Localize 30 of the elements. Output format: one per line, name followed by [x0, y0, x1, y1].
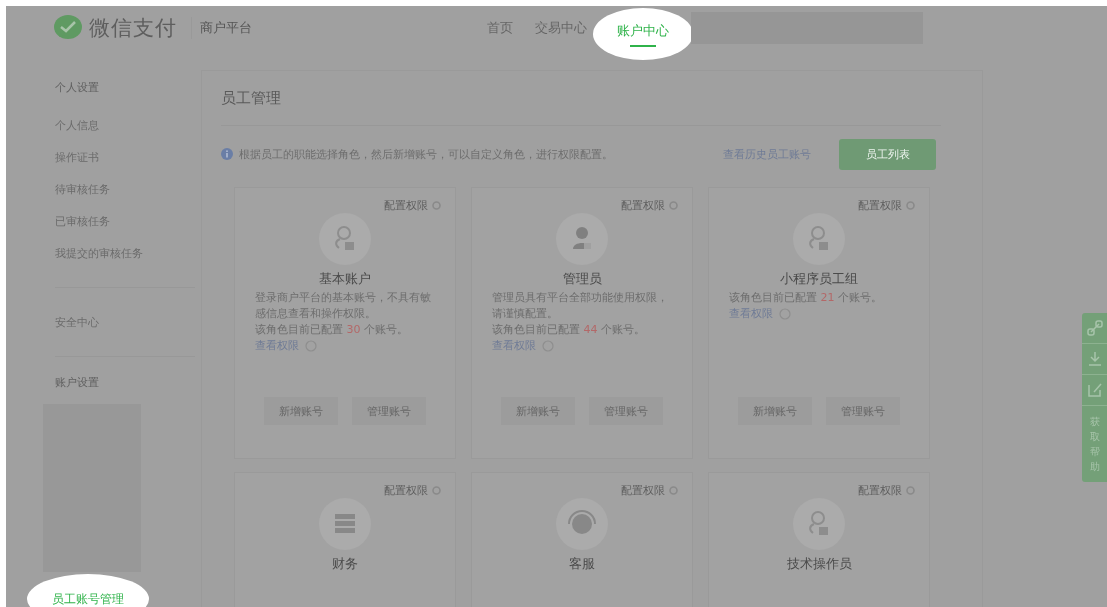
configure-permissions-link[interactable]: 配置权限	[858, 198, 902, 213]
edit-icon[interactable]	[1085, 381, 1104, 399]
wechat-pay-logo-icon	[53, 14, 83, 42]
user-icon	[556, 213, 608, 265]
user-icon	[319, 213, 371, 265]
page-title: 员工管理	[221, 89, 941, 126]
role-name: 客服	[569, 555, 595, 573]
configure-permissions-link[interactable]: 配置权限	[621, 483, 665, 498]
logo-text: 微信支付	[89, 15, 177, 42]
info-icon	[221, 148, 233, 160]
role-name: 技术操作员	[786, 555, 852, 573]
sidebar-heading: 个人设置	[55, 80, 100, 95]
role-name: 财务	[332, 555, 358, 573]
role-name: 小程序员工组	[780, 270, 858, 288]
headset-icon	[556, 498, 608, 550]
role-name: 管理员	[562, 270, 602, 288]
role-name: 基本账户	[319, 270, 371, 288]
ledger-icon	[319, 498, 371, 550]
user-icon	[793, 213, 845, 265]
nav-tab[interactable]: 账户中心	[593, 8, 693, 60]
employee-list-button[interactable]: 员工列表	[839, 138, 936, 170]
configure-permissions-link[interactable]: 配置权限	[384, 198, 428, 213]
configure-permissions-link[interactable]: 配置权限	[384, 483, 428, 498]
platform-title: 商户平台	[200, 19, 252, 37]
sidebar-heading: 账户设置	[55, 375, 100, 390]
sidebar-item[interactable]: 员工账号管理	[27, 574, 149, 607]
link-icon[interactable]	[1085, 319, 1104, 337]
user-icon	[793, 498, 845, 550]
configure-permissions-link[interactable]: 配置权限	[858, 483, 902, 498]
configure-permissions-link[interactable]: 配置权限	[621, 198, 665, 213]
